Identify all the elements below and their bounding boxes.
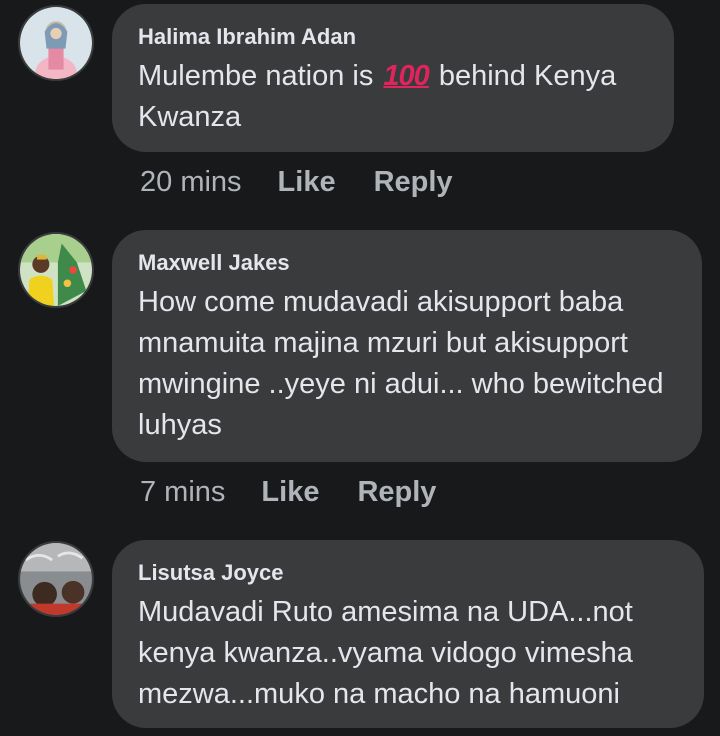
reply-button[interactable]: Reply	[357, 476, 436, 509]
comment-bubble: Halima Ibrahim Adan Mulembe nation is 10…	[112, 4, 674, 152]
avatar-image-halima	[20, 7, 92, 79]
hundred-points-icon: 100	[383, 60, 429, 92]
avatar[interactable]	[18, 541, 94, 617]
like-button[interactable]: Like	[261, 476, 319, 509]
like-button[interactable]: Like	[278, 166, 336, 199]
comment-text: Mulembe nation is 100 behind Kenya Kwanz…	[138, 56, 646, 138]
comment-bubble: Lisutsa Joyce Mudavadi Ruto amesima na U…	[112, 540, 704, 728]
comment-timestamp[interactable]: 20 mins	[140, 166, 242, 199]
comment-actions: 7 mins Like Reply	[140, 476, 436, 509]
avatar[interactable]	[18, 232, 94, 308]
comment-author[interactable]: Lisutsa Joyce	[138, 560, 676, 586]
avatar-image-maxwell	[20, 234, 92, 306]
avatar[interactable]	[18, 5, 94, 81]
comment-text: How come mudavadi akisupport baba mnamui…	[138, 286, 664, 441]
comment-text-part: Mulembe nation is	[138, 60, 382, 92]
comment-bubble: Maxwell Jakes How come mudavadi akisuppo…	[112, 230, 702, 462]
avatar-image-lisutsa	[20, 543, 92, 615]
comment-text: Mudavadi Ruto amesima na UDA...not kenya…	[138, 596, 633, 710]
comment-actions: 20 mins Like Reply	[140, 166, 453, 199]
comment-author[interactable]: Maxwell Jakes	[138, 250, 674, 276]
reply-button[interactable]: Reply	[374, 166, 453, 199]
comment-author[interactable]: Halima Ibrahim Adan	[138, 24, 646, 50]
comment-timestamp[interactable]: 7 mins	[140, 476, 225, 509]
